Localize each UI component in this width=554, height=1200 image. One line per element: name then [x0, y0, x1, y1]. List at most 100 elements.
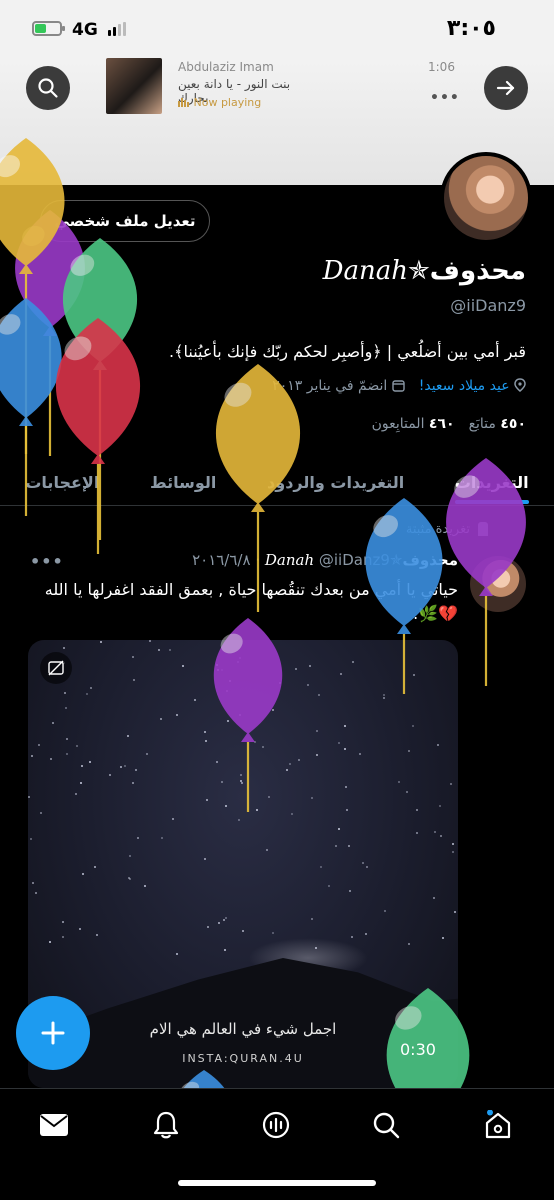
star-dot	[309, 665, 311, 667]
tab-tweets[interactable]: التغريدات	[454, 473, 529, 504]
star-dot	[434, 831, 436, 833]
star-dot	[279, 682, 281, 684]
post-avatar[interactable]	[470, 556, 526, 612]
star-dot	[352, 661, 354, 663]
now-playing-more-button[interactable]: •••	[430, 90, 460, 106]
nav-spaces[interactable]	[258, 1107, 294, 1143]
post-header: محذوف✯Danah @iiDanz9 · ٢٠١٦/٦/٨	[192, 551, 458, 569]
nav-home[interactable]	[480, 1107, 516, 1143]
nav-messages[interactable]	[36, 1107, 72, 1143]
star-dot	[295, 668, 297, 670]
star-dot	[237, 661, 239, 663]
now-playing-artwork[interactable]	[106, 58, 162, 114]
star-dot	[416, 809, 418, 811]
star-dot	[32, 882, 34, 884]
star-dot	[176, 953, 178, 955]
star-dot	[452, 851, 454, 853]
star-dot	[89, 761, 91, 763]
star-dot	[311, 797, 313, 799]
tab-tweets-replies[interactable]: التغريدات والردود	[267, 473, 404, 492]
follow-stats: ٤٥٠ متابَع ٤٦٠ المتابِعون	[372, 416, 526, 432]
star-dot	[452, 843, 454, 845]
star-dot	[454, 911, 456, 913]
star-dot	[194, 699, 196, 701]
star-dot	[133, 679, 135, 681]
following-link[interactable]: ٤٥٠ متابَع	[469, 416, 526, 432]
star-dot	[366, 866, 368, 868]
star-dot	[272, 709, 274, 711]
star-dot	[124, 765, 126, 767]
star-dot	[408, 943, 410, 945]
star-dot	[66, 738, 68, 740]
star-dot	[158, 649, 160, 651]
star-dot	[65, 707, 67, 709]
now-playing-status: Now playing	[178, 96, 261, 109]
star-dot	[398, 781, 400, 783]
post-media-video[interactable]: اجمل شيء في العالم هي الام INSTA:QURAN.4…	[28, 640, 458, 1088]
nav-notifications[interactable]	[148, 1107, 184, 1143]
star-dot	[207, 926, 209, 928]
star-dot	[120, 766, 122, 768]
star-dot	[344, 748, 346, 750]
star-dot	[238, 819, 240, 821]
edit-profile-button[interactable]: تعديل ملف شخصي	[40, 200, 210, 242]
status-bar: 4G ٣:٠٥	[0, 0, 554, 60]
tab-likes[interactable]: الإعجابات	[25, 473, 99, 492]
arrow-right-icon	[496, 80, 515, 96]
forward-button[interactable]	[484, 66, 528, 110]
followers-link[interactable]: ٤٦٠ المتابِعون	[372, 416, 455, 432]
star-dot	[286, 769, 288, 771]
star-dot	[450, 783, 452, 785]
search-button[interactable]	[26, 66, 70, 110]
star-dot	[316, 730, 318, 732]
media-caption: اجمل شيء في العالم هي الام	[149, 1020, 337, 1038]
plus-icon	[41, 1021, 65, 1045]
star-dot	[349, 890, 351, 892]
star-dot	[127, 735, 129, 737]
star-dot	[307, 684, 309, 686]
star-dot	[149, 640, 151, 642]
nav-search[interactable]	[368, 1107, 404, 1143]
star-dot	[62, 921, 64, 923]
star-dot	[413, 674, 415, 676]
star-dot	[384, 910, 386, 912]
star-dot	[205, 740, 207, 742]
battery-level	[35, 24, 46, 33]
star-dot	[146, 753, 148, 755]
star-dot	[40, 812, 42, 814]
star-dot	[50, 758, 52, 760]
star-dot	[344, 725, 346, 727]
media-settings-button[interactable]	[40, 652, 72, 684]
star-dot	[335, 845, 337, 847]
star-dot	[35, 892, 37, 894]
joined-item: انضمّ في يناير ٢٠١٣	[272, 378, 405, 394]
now-playing-artist[interactable]: Abdulaziz Imam	[178, 60, 274, 74]
star-dot	[345, 786, 347, 788]
star-dot	[132, 656, 134, 658]
search-icon	[38, 78, 58, 98]
tab-media[interactable]: الوسائط	[150, 473, 216, 492]
star-dot	[206, 799, 208, 801]
star-dot	[340, 673, 342, 675]
star-dot	[218, 922, 220, 924]
spaces-icon	[262, 1111, 290, 1139]
star-dot	[204, 731, 206, 733]
star-dot	[272, 932, 274, 934]
pin-icon	[478, 522, 488, 536]
image-off-icon	[48, 660, 64, 676]
star-dot	[291, 813, 293, 815]
balloon	[55, 318, 141, 554]
star-dot	[412, 725, 414, 727]
profile-avatar[interactable]	[440, 152, 532, 244]
star-dot	[442, 937, 444, 939]
star-dot	[169, 649, 171, 651]
post-more-button[interactable]: •••	[30, 552, 64, 571]
star-dot	[221, 669, 223, 671]
star-dot	[176, 714, 178, 716]
star-dot	[311, 918, 313, 920]
star-dot	[268, 796, 270, 798]
star-dot	[204, 858, 206, 860]
compose-button[interactable]	[16, 996, 90, 1070]
star-dot	[135, 769, 137, 771]
balloon	[0, 138, 65, 454]
